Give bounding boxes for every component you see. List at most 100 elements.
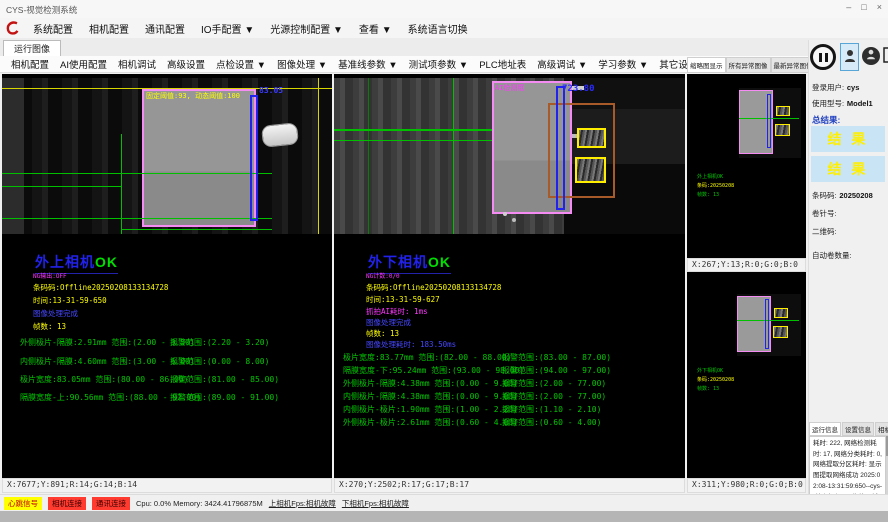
measurement-row: 极片宽度:83.05mm 范围:(80.00 - 86.00)	[20, 374, 188, 385]
left-camera-image[interactable]: 固定阈值:93, 动态阈值:100 83.05	[2, 78, 332, 234]
right-camera-viewport[interactable]: AI检测框 723.80 外下相机OK NG计数:0/0 条码码:Offline…	[334, 74, 685, 478]
person-icon	[866, 49, 876, 63]
left-camera-barcode: 条码码:Offline20250208133134728	[33, 282, 168, 293]
alarm-range: 报警范围:(1.10 - 2.10)	[502, 404, 601, 415]
measurement-row: 内侧极片-极片:1.90mm 范围:(1.00 - 2.20)	[343, 404, 518, 415]
alarm-range: 报警范围:(94.00 - 97.00)	[502, 365, 611, 376]
right-camera-frames: 帧数: 13	[366, 328, 399, 339]
left-camera-name: 外上相机	[35, 254, 95, 270]
tape-object	[261, 122, 299, 148]
left-camera-viewport[interactable]: 固定阈值:93, 动态阈值:100 83.05 外上相机OK NG输出:OFF …	[2, 74, 332, 478]
tab-settings-info[interactable]: 设置信息	[842, 422, 874, 436]
measurement-row: 外侧极片-隔膜:2.91mm 范围:(2.00 - 3.50)	[20, 337, 195, 348]
login-label: 登录用户:	[812, 83, 844, 92]
tool-ai-config[interactable]: AI使用配置	[55, 56, 112, 72]
tool-camera-config[interactable]: 相机配置	[6, 56, 54, 72]
minimize-button[interactable]: –	[846, 2, 851, 12]
tab-camera-info[interactable]: 相机信息	[875, 422, 888, 436]
login-row: 登录用户: cys	[812, 82, 859, 93]
right-camera-name: 外下相机	[368, 254, 428, 270]
tool-baseline-params[interactable]: 基准线参数 ▼	[333, 56, 403, 72]
user-icon	[844, 49, 856, 66]
left-camera-process-done: 图像处理完成	[33, 308, 78, 319]
count-label: 自动卷数量:	[812, 250, 852, 261]
ai-roi-label: AI检测框	[495, 83, 524, 93]
tool-camera-debug[interactable]: 相机调试	[113, 56, 161, 72]
thumbnail-view-2[interactable]: 外下相机OK 条码:20250208 帧数: 13	[687, 272, 806, 478]
left-camera-time: 时间:13-31-59-650	[33, 295, 107, 306]
tool-spotcheck-settings[interactable]: 点检设置 ▼	[211, 56, 271, 72]
right-camera-image[interactable]: AI检测框 723.80	[334, 78, 685, 234]
pause-button[interactable]	[810, 44, 836, 70]
menu-item-light-config[interactable]: 光源控制配置 ▼	[263, 19, 350, 38]
left-camera-sub: NG输出:OFF	[33, 271, 67, 280]
tab-run-info[interactable]: 运行信息	[809, 422, 841, 436]
thumbnail-view-1[interactable]: 外上相机OK 条码:20250208 帧数: 13	[687, 74, 806, 258]
electrode-block	[142, 89, 256, 227]
status-bar: 心跳信号 相机连接 通讯连接 Cpu: 0.0% Memory: 3424.41…	[0, 494, 888, 511]
overlay-green-vline	[453, 78, 454, 234]
model-row: 使用型号: Model1	[812, 98, 873, 109]
menu-item-comm-config[interactable]: 通讯配置	[138, 19, 192, 38]
measurement-row: 内侧极片-隔膜:4.38mm 范围:(0.00 - 9.00)	[343, 391, 518, 402]
result-display-bottom: 结 果	[811, 156, 885, 182]
tool-advanced-settings[interactable]: 高级设置	[162, 56, 210, 72]
qr-label: 二维码:	[812, 226, 837, 237]
thumb2-line: 帧数: 13	[697, 386, 719, 393]
left-camera-coords: X:7677;Y:891;R:14;G:14;B:14	[2, 478, 332, 493]
right-camera-barcode: 条码码:Offline20250208133134728	[366, 282, 501, 293]
measurement-row: 内侧极片-隔膜:4.60mm 范围:(3.00 - 6.00)	[20, 356, 195, 367]
window-bottom-band	[0, 511, 888, 522]
alarm-range: 报警范围:(0.00 - 8.00)	[170, 356, 269, 367]
thumb2-yellow-box-1	[774, 308, 788, 318]
tool-learning-params[interactable]: 学习参数 ▼	[593, 56, 653, 72]
barcode-value: 20250208	[839, 191, 872, 200]
alarm-range: 报警范围:(2.00 - 77.00)	[502, 391, 606, 402]
overlay-yellow-defect-box-1	[577, 128, 606, 148]
left-camera-frames: 帧数: 13	[33, 321, 66, 332]
title-bar: CYS-视觉检测系统 – □ ×	[0, 0, 888, 19]
tool-test-params[interactable]: 测试项参数 ▼	[404, 56, 474, 72]
menu-item-io-config[interactable]: IO手配置 ▼	[194, 19, 261, 38]
close-button[interactable]: ×	[877, 2, 882, 12]
tab-all-abnormal-images[interactable]: 所有异常图像	[726, 57, 771, 73]
user-login-button[interactable]	[840, 43, 859, 71]
measurement-row: 极片宽度:83.77mm 范围:(82.00 - 88.00)	[343, 352, 511, 363]
model-label: 使用型号:	[812, 99, 844, 108]
measurement-row: 外侧极片-隔膜:4.38mm 范围:(0.00 - 9.00)	[343, 378, 518, 389]
threshold-overlay-text: 固定阈值:93, 动态阈值:100	[146, 91, 240, 101]
thumb2-line: 条码:20250208	[697, 377, 734, 384]
app-window: CYS-视觉检测系统 – □ × 系统配置 相机配置 通讯配置 IO手配置 ▼ …	[0, 0, 888, 522]
thumb1-yellow-box-1	[776, 106, 790, 116]
thumb2-blue-rect	[765, 299, 769, 349]
measurement-row: 外侧极片-极片:2.61mm 范围:(0.60 - 4.00)	[343, 417, 518, 428]
tab-thumbnail-display[interactable]: 缩略图显示	[687, 57, 726, 73]
window-title: CYS-视觉检测系统	[6, 4, 77, 16]
tool-plc-address[interactable]: PLC地址表	[474, 56, 531, 72]
menu-item-view[interactable]: 查看 ▼	[352, 19, 399, 38]
operator-icon-button[interactable]	[862, 47, 880, 65]
tool-advanced-debug[interactable]: 高级调试 ▼	[532, 56, 592, 72]
width-measure-label: 723.80	[562, 84, 595, 94]
right-camera-process-time: 图像处理耗时: 183.50ms	[366, 339, 456, 350]
maximize-button[interactable]: □	[861, 2, 866, 12]
exit-button[interactable]	[882, 45, 888, 67]
cpu-memory-status: Cpu: 0.0% Memory: 3424.41796875M	[136, 499, 263, 508]
tool-image-processing[interactable]: 图像处理 ▼	[272, 56, 332, 72]
right-camera-process-done: 图像处理完成	[366, 317, 411, 328]
measurement-row: 隔膜宽度-下:95.24mm 范围:(93.00 - 98.00)	[343, 365, 524, 376]
thumbnail-tabs: 缩略图显示 所有异常图像 最新异常图像	[687, 57, 806, 73]
thumb2-image	[737, 294, 801, 356]
result-display-top: 结 果	[811, 126, 885, 152]
run-log[interactable]: 耗时: 222, 网络检测耗时: 17, 网络分类耗时: 0, 网络提取分区耗时…	[809, 436, 886, 502]
menu-item-camera-config[interactable]: 相机配置	[82, 19, 136, 38]
barcode-row: 条码码: 20250208	[812, 190, 873, 201]
menu-item-language[interactable]: 系统语言切换	[401, 19, 475, 38]
thumb2-yellow-box-2	[773, 326, 788, 338]
overlay-yellow-vline	[318, 78, 319, 234]
overlay-green-hline-1	[2, 173, 272, 174]
menu-item-system-config[interactable]: 系统配置	[26, 19, 80, 38]
camera-connection-badge: 相机连接	[48, 497, 86, 510]
right-camera-sub: NG计数:0/0	[366, 271, 400, 280]
right-camera-ai-time: 抓拍AI耗时: 1ms	[366, 306, 428, 317]
